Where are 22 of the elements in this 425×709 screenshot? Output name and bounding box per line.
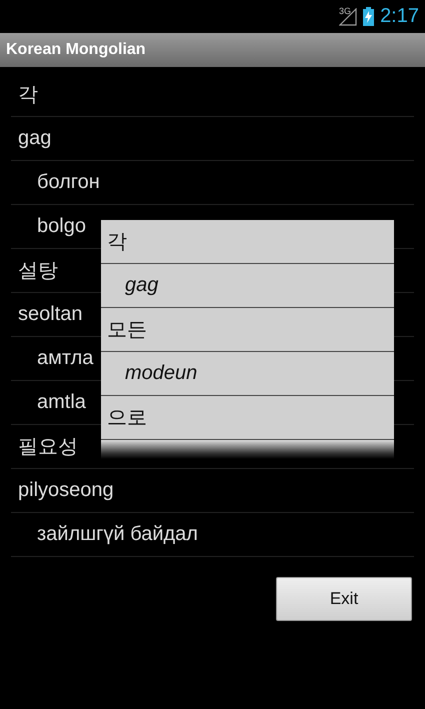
suggestion-item[interactable]: modeun (101, 362, 198, 385)
list-item[interactable]: амтла (11, 347, 94, 370)
list-item[interactable]: amtla (11, 391, 86, 414)
list-item[interactable]: 각 (11, 81, 38, 108)
exit-button[interactable]: Exit (276, 577, 412, 621)
suggestion-item[interactable]: 각 (101, 228, 127, 255)
battery-icon (363, 7, 374, 26)
signal-icon (339, 8, 358, 26)
clock-time: 2:17 (380, 5, 419, 28)
list-item[interactable]: gag (11, 127, 52, 150)
list-item[interactable]: pilyoseong (11, 479, 114, 502)
suggestion-item[interactable]: gag (101, 274, 158, 297)
app-title: Korean Mongolian (6, 41, 146, 59)
network-label: 3G (339, 6, 352, 16)
suggestion-item[interactable]: 모든 (101, 316, 147, 343)
list-item[interactable]: зайлшгүй байдал (11, 523, 198, 546)
list-item[interactable]: seoltan (11, 303, 82, 326)
list-item[interactable]: 설탕 (11, 257, 58, 284)
suggestion-item[interactable]: 으로 (101, 404, 147, 431)
list-item[interactable]: болгон (11, 171, 100, 194)
list-item[interactable]: bolgo (11, 215, 86, 238)
list-item[interactable]: 필요성 (11, 433, 78, 460)
